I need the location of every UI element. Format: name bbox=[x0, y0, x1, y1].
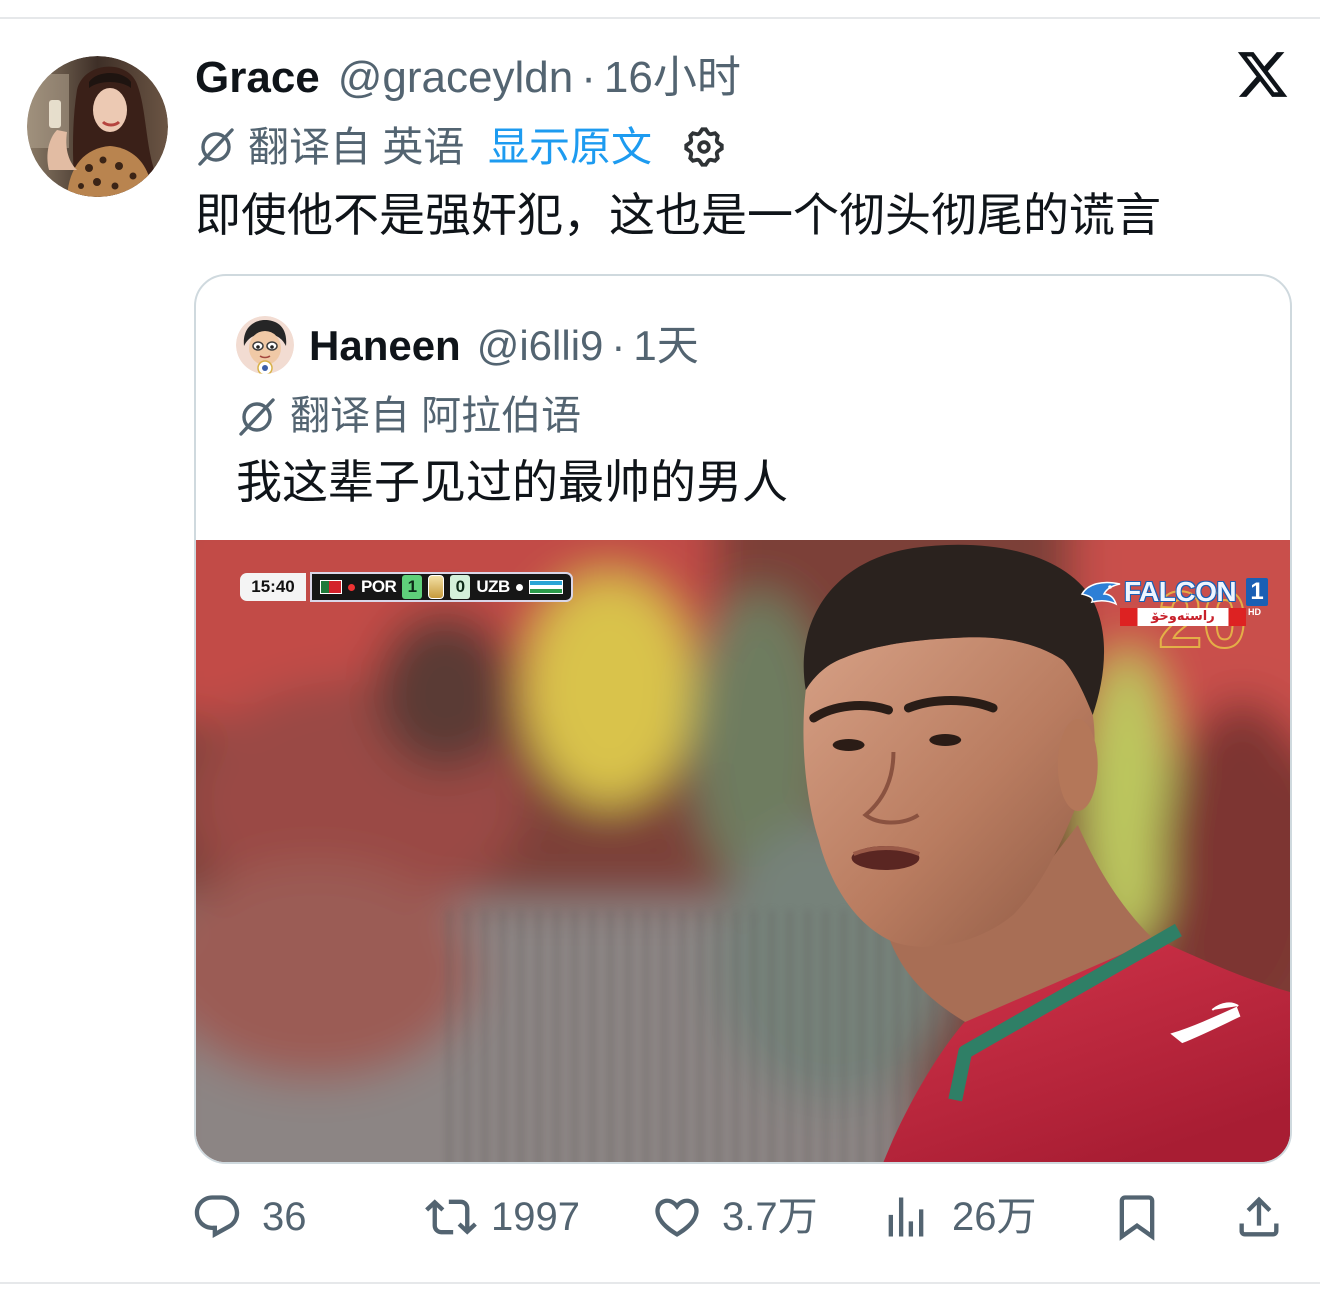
quoted-separator-dot: · bbox=[611, 322, 626, 369]
author-row: Grace @graceyldn · 16小时 bbox=[195, 50, 741, 106]
post-time[interactable]: 16小时 bbox=[604, 53, 741, 102]
bookmark-icon[interactable] bbox=[1111, 1191, 1163, 1243]
top-divider bbox=[0, 17, 1320, 19]
bottom-divider bbox=[0, 1282, 1320, 1284]
channel-logo: 20 FALCON 1 HD راستەوخۆ bbox=[1080, 574, 1280, 661]
channel-number: 1 bbox=[1246, 578, 1268, 606]
translate-icon bbox=[239, 398, 275, 436]
translate-icon bbox=[198, 128, 234, 166]
trophy-icon bbox=[428, 575, 445, 599]
quoted-tweet-card[interactable]: Haneen @i6lli9 · 1天 翻译自 阿拉伯语 我这辈子见过的最帅的男人 bbox=[194, 274, 1292, 1164]
match-clock: 15:40 bbox=[240, 573, 306, 601]
quoted-author-row: Haneen @i6lli9 · 1天 bbox=[309, 320, 699, 372]
author-avatar[interactable] bbox=[27, 56, 168, 197]
quoted-author-avatar[interactable] bbox=[236, 316, 294, 374]
translated-from-label: 翻译自 英语 bbox=[248, 124, 465, 170]
like-count[interactable]: 3.7万 bbox=[722, 1193, 818, 1241]
player-ear bbox=[1057, 719, 1098, 811]
views-icon[interactable] bbox=[880, 1191, 932, 1243]
share-icon[interactable] bbox=[1233, 1191, 1285, 1243]
stadium-fence bbox=[445, 910, 964, 1162]
falcon-bird-icon bbox=[1080, 581, 1121, 606]
away-score: 0 bbox=[450, 575, 471, 599]
home-team: POR bbox=[361, 577, 397, 596]
away-team: UZB bbox=[476, 577, 510, 596]
quoted-translated-from-label: 翻译自 阿拉伯语 bbox=[290, 394, 582, 438]
quoted-author-name[interactable]: Haneen bbox=[309, 322, 461, 369]
quoted-tweet-text: 我这辈子见过的最帅的男人 bbox=[236, 456, 788, 508]
author-name[interactable]: Grace bbox=[195, 53, 320, 102]
channel-live-label: راستەوخۆ bbox=[1120, 608, 1246, 626]
channel-name: FALCON bbox=[1124, 576, 1237, 607]
team-dot-icon bbox=[348, 583, 355, 591]
gear-icon[interactable] bbox=[681, 124, 727, 170]
quoted-post-time[interactable]: 1天 bbox=[633, 322, 698, 369]
x-logo-icon bbox=[1237, 52, 1288, 97]
quoted-tweet-media[interactable]: 15:40 POR 1 0 UZB 20 FALCON 1 HD راس bbox=[196, 540, 1290, 1162]
author-handle[interactable]: @graceyldn bbox=[338, 53, 573, 102]
team-dot-icon bbox=[515, 583, 523, 591]
uzbekistan-flag-icon bbox=[528, 580, 563, 594]
reply-count[interactable]: 36 bbox=[262, 1193, 307, 1241]
tweet-text: 即使他不是强奸犯，这也是一个彻头彻尾的谎言 bbox=[195, 189, 1161, 241]
quoted-author-handle[interactable]: @i6lli9 bbox=[477, 322, 604, 369]
views-count[interactable]: 26万 bbox=[952, 1193, 1037, 1241]
reply-icon[interactable] bbox=[191, 1191, 243, 1243]
channel-hd-tag: HD bbox=[1248, 607, 1261, 617]
retweet-count[interactable]: 1997 bbox=[491, 1193, 580, 1241]
score-panel: POR 1 0 UZB bbox=[310, 572, 573, 602]
home-score: 1 bbox=[402, 575, 423, 599]
scoreboard-overlay: 15:40 POR 1 0 UZB bbox=[240, 572, 573, 602]
retweet-icon[interactable] bbox=[425, 1191, 477, 1243]
portugal-flag-icon bbox=[320, 580, 342, 594]
show-original-link[interactable]: 显示原文 bbox=[488, 123, 652, 171]
separator-dot: · bbox=[581, 53, 596, 102]
heart-icon[interactable] bbox=[651, 1191, 703, 1243]
